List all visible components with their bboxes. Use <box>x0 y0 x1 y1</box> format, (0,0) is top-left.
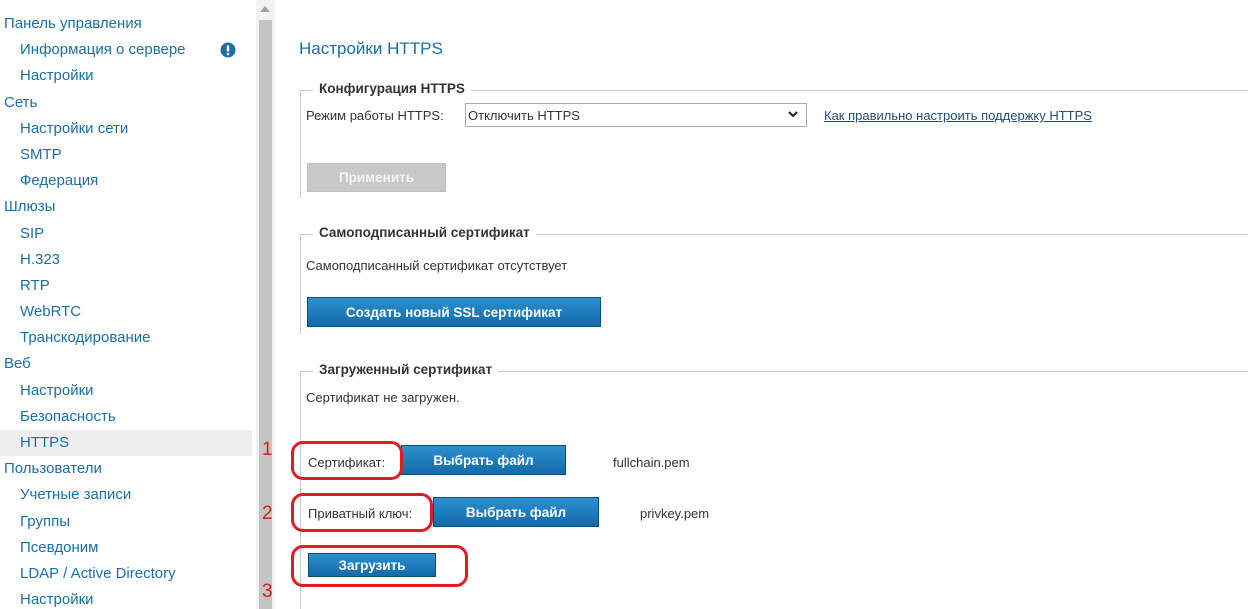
sidebar-item-label: HTTPS <box>20 434 70 451</box>
self-signed-status: Самоподписанный сертификат отсутствует <box>306 258 568 273</box>
private-key-label: Приватный ключ: <box>308 506 413 521</box>
sidebar-item-label: Федерация <box>20 172 99 190</box>
sidebar-item-label: SIP <box>20 224 45 242</box>
sidebar-item[interactable]: Информация о сервере <box>0 37 252 63</box>
sidebar-item[interactable]: Настройки <box>0 63 252 89</box>
sidebar-item[interactable]: Учетные записи <box>0 482 252 508</box>
sidebar-item[interactable]: Псевдоним <box>0 535 252 561</box>
uploaded-certificate-status: Сертификат не загружен. <box>306 390 460 405</box>
certificate-choose-file-button[interactable]: Выбрать файл <box>401 445 566 475</box>
sidebar-item[interactable]: H.323 <box>0 247 252 273</box>
chevron-down-icon <box>788 111 798 118</box>
certificate-file-name: fullchain.pem <box>613 455 690 470</box>
sidebar-item[interactable]: WebRTC <box>0 299 252 325</box>
sidebar-item-label: WebRTC <box>20 303 82 321</box>
page-title: Настройки HTTPS <box>299 39 443 58</box>
private-key-choose-file-button[interactable]: Выбрать файл <box>433 497 599 527</box>
self-signed-section: Самоподписанный сертификат Самоподписанн… <box>300 225 1248 334</box>
sidebar-item-label: Настройки <box>20 591 94 609</box>
sidebar-item-label: Информация о сервере <box>20 41 186 59</box>
sidebar-group[interactable]: Веб <box>0 351 252 377</box>
sidebar-item-label: H.323 <box>20 250 61 268</box>
sidebar-item-label: Настройки сети <box>20 119 129 137</box>
sidebar-item[interactable]: RTP <box>0 273 252 299</box>
scroll-up-arrow-icon[interactable] <box>260 6 270 12</box>
sidebar-item-label: RTP <box>20 276 50 294</box>
sidebar-item-label: Безопасность <box>20 407 116 425</box>
sidebar-item[interactable]: Настройки <box>0 587 252 609</box>
sidebar-nav: Панель управления Информация о сервере Нас… <box>0 0 252 609</box>
alert-icon[interactable] <box>220 42 236 58</box>
sidebar-item[interactable]: Безопасность <box>0 404 252 430</box>
sidebar-item[interactable]: Федерация <box>0 168 252 194</box>
uploaded-certificate-section: Загруженный сертификат Сертификат не заг… <box>300 362 1248 609</box>
sidebar-item[interactable]: Настройки <box>0 378 252 404</box>
sidebar-item-label: Настройки <box>20 67 94 85</box>
sidebar-item-label: Учетные записи <box>20 486 132 504</box>
uploaded-certificate-legend: Загруженный сертификат <box>313 362 499 377</box>
step-number-1: 1 <box>262 439 273 460</box>
upload-button[interactable]: Загрузить <box>308 553 436 577</box>
sidebar-item-label: Группы <box>20 512 70 530</box>
self-signed-legend: Самоподписанный сертификат <box>313 225 536 240</box>
private-key-file-name: privkey.pem <box>640 506 710 521</box>
certificate-label: Сертификат: <box>308 455 386 470</box>
sidebar-group[interactable]: Сеть <box>0 90 252 116</box>
sidebar-item-label: SMTP <box>20 145 62 163</box>
sidebar-item[interactable]: HTTPS <box>0 430 252 457</box>
apply-button[interactable]: Применить <box>307 163 446 192</box>
sidebar-item-label: Настройки <box>20 381 94 399</box>
https-help-link[interactable]: Как правильно настроить поддержку HTTPS <box>824 108 1092 123</box>
sidebar-item[interactable]: Транскодирование <box>0 325 252 351</box>
sidebar-item-label: LDAP / Active Directory <box>20 564 176 582</box>
sidebar-item[interactable]: SMTP <box>0 142 252 168</box>
sidebar-group[interactable]: Шлюзы <box>0 194 252 220</box>
step-number-3: 3 <box>262 581 273 602</box>
https-mode-label: Режим работы HTTPS: <box>306 108 444 123</box>
sidebar-group[interactable]: Пользователи <box>0 456 252 482</box>
sidebar-item[interactable]: Группы <box>0 509 252 535</box>
https-config-section: Конфигурация HTTPS Режим работы HTTPS: О… <box>300 81 1248 198</box>
sidebar-group[interactable]: Панель управления <box>0 11 252 37</box>
sidebar-item[interactable]: LDAP / Active Directory <box>0 561 252 587</box>
https-mode-select[interactable]: Отключить HTTPS <box>465 103 807 127</box>
sidebar-item-label: Транскодирование <box>20 329 151 347</box>
https-config-legend: Конфигурация HTTPS <box>313 81 471 96</box>
sidebar-item[interactable]: SIP <box>0 221 252 247</box>
sidebar-item[interactable]: Настройки сети <box>0 116 252 142</box>
step-number-2: 2 <box>262 503 273 524</box>
sidebar-item-label: Псевдоним <box>20 538 99 556</box>
create-ssl-certificate-button[interactable]: Создать новый SSL сертификат <box>307 297 601 327</box>
nav-list: Панель управления Информация о сервере Нас… <box>0 11 252 609</box>
